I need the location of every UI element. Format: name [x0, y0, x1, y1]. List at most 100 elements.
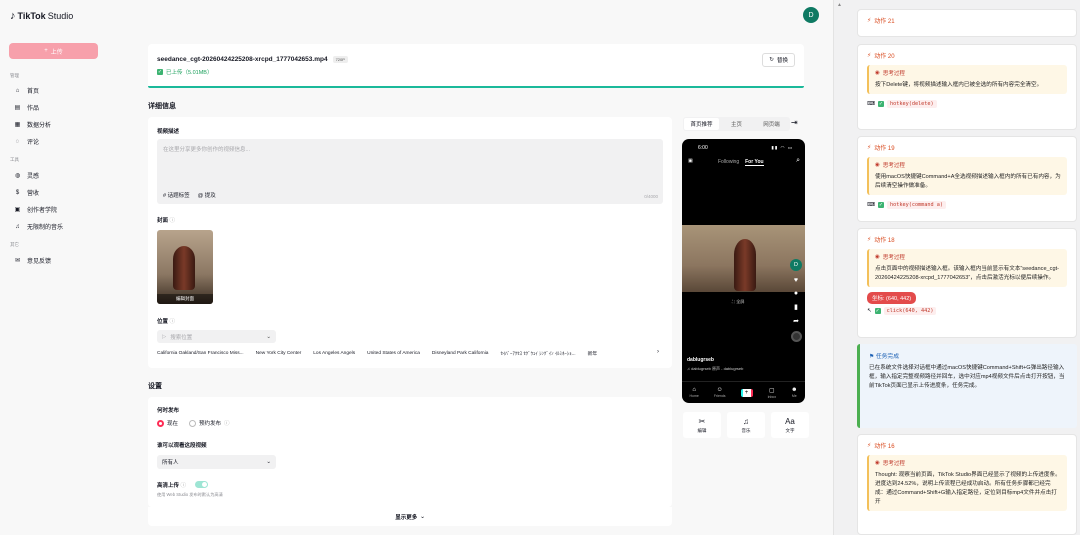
- chevron-down-icon: ⌄: [266, 333, 271, 340]
- revenue-icon: $: [15, 189, 20, 196]
- coordinate-badge: 坐标: (640, 442): [867, 292, 917, 304]
- posts-icon: ▤: [14, 105, 21, 111]
- location-chip[interactable]: California Oakland/San Francisco Miss...: [157, 351, 244, 356]
- brain-icon: ◉: [875, 254, 880, 260]
- plus-icon: +: [740, 388, 753, 397]
- sidebar-item-home[interactable]: ⌂ 首页: [14, 86, 39, 96]
- when-label: 何时发布: [157, 408, 180, 414]
- log-step: ⚡ 动作 18 ◉ 思考过程 点击页面中的视频描述输入框。该输入框内当前显示有文本“…: [857, 228, 1077, 338]
- hashtag-button[interactable]: # 话题标签: [163, 191, 190, 199]
- music-note-icon: ♫: [743, 416, 749, 426]
- lipstick-image: [734, 239, 756, 291]
- cursor-icon: ↖: [867, 308, 872, 314]
- feedback-icon: ✉: [14, 258, 21, 264]
- sidebar-item-inspiration[interactable]: ◍ 灵感: [14, 171, 39, 180]
- description-input[interactable]: 在这里分享更多你创作的视频信息... # 话题标签 @ 提及 0/4000: [157, 139, 663, 204]
- quality-badge: 720P: [332, 56, 348, 63]
- friends-icon: ☺: [716, 387, 723, 393]
- location-chip[interactable]: Disneyland Park California: [432, 351, 489, 356]
- phone-music: ♫ dablugrseb 原声 - dablugrseb: [687, 366, 744, 371]
- upload-button[interactable]: + 上传: [9, 43, 98, 59]
- upload-status: ✓ 已上传（5.01MB）: [157, 69, 213, 76]
- sidebar-item-comments[interactable]: ◌ 评论: [14, 137, 39, 147]
- music-tool-button[interactable]: ♫ 音乐: [727, 412, 765, 438]
- sidebar-item-music[interactable]: ♫ 无限制的音乐: [14, 222, 63, 232]
- location-chip[interactable]: New York City Center: [256, 351, 302, 356]
- location-chip[interactable]: United States of America: [367, 351, 420, 356]
- schedule-radio[interactable]: 预约发布 ⓘ: [189, 419, 230, 427]
- avatar[interactable]: D: [803, 7, 819, 23]
- sidebar-item-revenue[interactable]: $ 营收: [14, 188, 39, 198]
- action-line: ⌨ ✓ hotkey(delete): [867, 100, 1067, 108]
- lightning-icon: ⚡: [867, 53, 872, 59]
- sidebar-item-academy[interactable]: ▣ 创作者学院: [14, 205, 57, 214]
- section-other: 其它: [10, 242, 19, 247]
- location-chip[interactable]: Los Angeles Angels: [313, 351, 355, 356]
- location-suggestions: California Oakland/San Francisco Miss...…: [157, 348, 662, 358]
- mention-button[interactable]: @ 提及: [198, 191, 216, 199]
- location-chip[interactable]: 新年: [588, 350, 598, 357]
- refresh-icon: ↻: [769, 57, 774, 63]
- tab-feed[interactable]: 首页推荐: [684, 118, 719, 130]
- info-icon: ⓘ: [169, 319, 176, 325]
- phone-time: 6:00: [698, 145, 708, 151]
- who-label: 谁可以观看这段视频: [157, 443, 207, 449]
- cover-thumbnail[interactable]: 编辑封面: [157, 230, 213, 304]
- thought-box: ◉ 思考过程 Thought: 观察当前页面，TikTok Studio界面已经显…: [867, 455, 1067, 511]
- show-more-button[interactable]: 显示更多 ⌄: [148, 507, 672, 526]
- keyboard-icon: ⌨: [867, 101, 875, 107]
- char-count: 0/4000: [644, 194, 658, 199]
- bookmark-icon: ▮: [794, 304, 798, 311]
- publish-now-radio[interactable]: 现在: [157, 419, 178, 427]
- location-chip[interactable]: ｾｲﾊﾞｰｱｸｾｽ ｾｸﾞｳｪｲ ｼﾝｸﾞｲﾝ ｲﾙﾐﾈｰｼｮ...: [500, 350, 575, 357]
- text-tool-button[interactable]: Aa 文字: [771, 412, 809, 438]
- section-tools: 工具: [10, 157, 19, 162]
- action-rail: D ♥ ● ▮ ➦: [790, 259, 802, 342]
- text-icon: Aa: [785, 416, 795, 426]
- edit-cover-button[interactable]: 编辑封面: [157, 294, 213, 304]
- visibility-select[interactable]: 所有人 ⌄: [157, 455, 276, 469]
- preview-tools: ✂ 编辑 ♫ 音乐 Aa 文字: [683, 412, 809, 438]
- cover-label: 封面 ⓘ: [157, 218, 176, 224]
- info-icon: ⓘ: [224, 421, 230, 427]
- scrollbar[interactable]: ▲: [833, 0, 846, 535]
- sidebar-item-analytics[interactable]: ▦ 数据分析: [14, 120, 51, 129]
- brain-icon: ◉: [875, 70, 880, 76]
- home-icon: ⌂: [15, 87, 20, 94]
- sidebar-item-feedback[interactable]: ✉ 意见反馈: [14, 256, 51, 265]
- scissors-icon: ✂: [698, 416, 706, 426]
- settings-heading: 设置: [148, 383, 162, 390]
- phone-nav: ⌂ Home ☺ Friends + ▢ Inbox ☻ Me: [682, 381, 805, 403]
- comments-icon: ◌: [15, 138, 20, 145]
- analytics-icon: ▦: [14, 122, 21, 128]
- task-complete-box: ⚑ 任务完成 已在系统文件选择对话框中通过macOS快捷键Command+Shi…: [857, 344, 1077, 428]
- action-line: ↖ ✓ click(640, 442): [867, 307, 1067, 315]
- bulb-icon: ◍: [14, 173, 21, 179]
- lipstick-image: [173, 246, 195, 290]
- chevron-right-icon[interactable]: ›: [652, 346, 664, 358]
- location-search[interactable]: ▷ 搜索位置 ⌄: [157, 330, 276, 343]
- brain-icon: ◉: [875, 460, 880, 466]
- task-complete-title: ⚑ 任务完成: [869, 354, 900, 360]
- tab-profile[interactable]: 主页: [719, 118, 754, 130]
- check-icon: ✓: [157, 69, 163, 75]
- hd-toggle[interactable]: [195, 481, 208, 488]
- tiktok-logo[interactable]: ♪ TikTok Studio: [10, 10, 73, 22]
- nav-create: +: [740, 388, 753, 397]
- lightning-icon: ⚡: [867, 237, 872, 243]
- nav-inbox: ▢ Inbox: [767, 387, 777, 399]
- lightning-icon: ⚡: [867, 18, 872, 24]
- file-card: seedance_cgt-20260424225208-xrcpd_177704…: [148, 44, 804, 88]
- tab-web[interactable]: 网页端: [754, 118, 789, 130]
- hd-hint: 使用 Web Studio 发布时默认为高清: [157, 492, 223, 497]
- sidebar-item-posts[interactable]: ▤ 作品: [14, 103, 39, 112]
- replace-button[interactable]: ↻ 替换: [762, 53, 795, 67]
- hd-label: 高清上传 ⓘ: [157, 483, 187, 489]
- file-name: seedance_cgt-20260424225208-xrcpd_177704…: [157, 56, 348, 63]
- edit-tool-button[interactable]: ✂ 编辑: [683, 412, 721, 438]
- heart-icon: ♥: [793, 277, 799, 284]
- upload-progress-bar: [148, 86, 804, 88]
- exit-preview-icon[interactable]: ⇥: [791, 118, 798, 127]
- brain-icon: ◉: [875, 162, 880, 168]
- info-icon: ⓘ: [169, 218, 176, 224]
